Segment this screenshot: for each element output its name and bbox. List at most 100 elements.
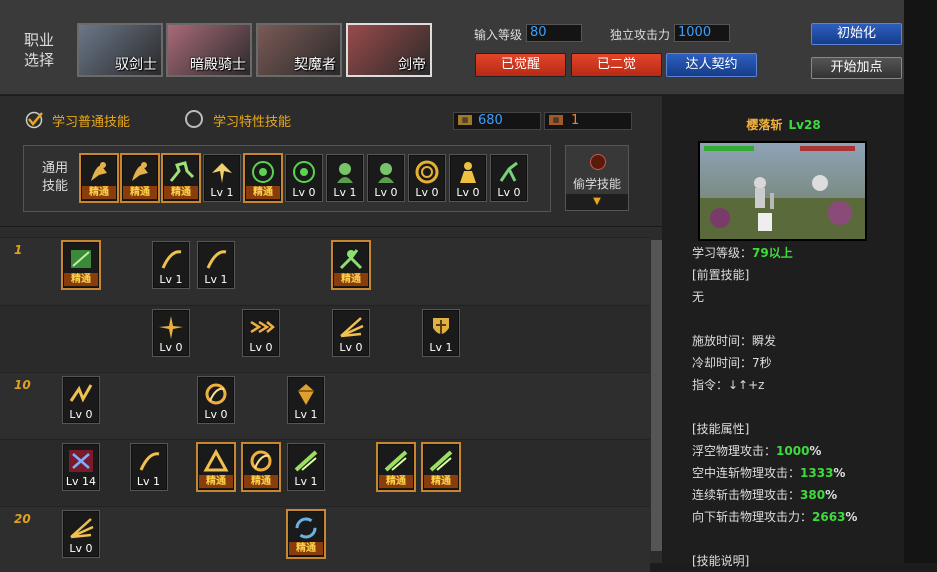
- gem-icon: [298, 384, 314, 405]
- steal-skill-icon: [590, 154, 606, 170]
- required-level: 10: [14, 378, 31, 392]
- skill-attribute: 向下斩击物理攻击力：2663%: [692, 506, 857, 528]
- required-level: 1: [14, 243, 23, 257]
- sp-value: 680: [478, 113, 503, 128]
- trait-skill-radio[interactable]: [185, 110, 203, 128]
- master-contract-button[interactable]: 达人契约: [666, 53, 757, 77]
- start-points-button[interactable]: 开始加点: [811, 57, 902, 79]
- expand-arrow-icon[interactable]: ▼: [566, 194, 628, 210]
- skill-1-1[interactable]: 精通: [61, 240, 101, 290]
- second-awakened-button[interactable]: 已二觉: [571, 53, 662, 77]
- attack-input[interactable]: 1000: [674, 24, 730, 42]
- general-skill-6[interactable]: Lv 0: [285, 154, 323, 202]
- level-input[interactable]: 80: [526, 24, 582, 42]
- skill-level-caption: 精通: [82, 186, 116, 199]
- skill-attribute: 浮空物理攻击：1000%: [692, 440, 821, 462]
- general-skill-8[interactable]: Lv 0: [367, 154, 405, 202]
- skill-level-caption: Lv 0: [249, 341, 273, 354]
- job-card-4[interactable]: 剑帝: [346, 23, 432, 77]
- job-name: 契魔者: [294, 57, 336, 73]
- required-level: 20: [14, 512, 31, 526]
- job-card-1[interactable]: 驭剑士: [77, 23, 163, 77]
- general-skill-11[interactable]: Lv 0: [490, 154, 528, 202]
- skill-1-3[interactable]: Lv 1: [197, 241, 235, 289]
- skill-4-5[interactable]: Lv 1: [287, 443, 325, 491]
- greenman-icon: [339, 249, 363, 270]
- skill-level-caption: 精通: [334, 273, 368, 286]
- skill-level-caption: Lv 0: [204, 408, 228, 421]
- attr-unit: %: [845, 510, 858, 524]
- normal-skill-checkbox[interactable]: [25, 110, 43, 129]
- general-skill-4[interactable]: Lv 1: [203, 154, 241, 202]
- sit-icon: [91, 162, 107, 181]
- normal-skill-tab[interactable]: 学习普通技能: [52, 111, 130, 130]
- attr-key: 连续斩击物理攻击：: [692, 488, 801, 502]
- skill-4-7[interactable]: 精通: [421, 442, 461, 492]
- skill-2-2[interactable]: Lv 0: [242, 309, 280, 357]
- job-card-3[interactable]: 契魔者: [256, 23, 342, 77]
- skill-level-caption: Lv 1: [429, 341, 453, 354]
- skill-level-caption: 精通: [123, 186, 157, 199]
- general-skill-5[interactable]: 精通: [243, 153, 283, 203]
- sit-icon: [132, 162, 148, 181]
- general-skill-10[interactable]: Lv 0: [449, 154, 487, 202]
- skill-4-3[interactable]: 精通: [196, 442, 236, 492]
- skill-4-1[interactable]: Lv 14: [62, 443, 100, 491]
- general-skill-1[interactable]: 精通: [79, 153, 119, 203]
- skill-level-caption: Lv 1: [204, 273, 228, 286]
- desc-label: [技能说明]: [692, 554, 750, 568]
- skill-level-caption: Lv 0: [415, 186, 439, 199]
- skill-2-1[interactable]: Lv 0: [152, 309, 190, 357]
- skill-row: [0, 305, 650, 371]
- pre-skill-value: 无: [692, 290, 705, 304]
- skill-level-caption: Lv 1: [333, 186, 357, 199]
- greenslash-icon: [384, 450, 408, 472]
- head-icon: [378, 163, 394, 183]
- green-icon: [71, 250, 91, 268]
- skill-level-caption: Lv 0: [339, 341, 363, 354]
- skill-1-4[interactable]: 精通: [331, 240, 371, 290]
- skill-1-2[interactable]: Lv 1: [152, 241, 190, 289]
- skill-3-2[interactable]: Lv 0: [197, 376, 235, 424]
- skill-level-caption: Lv 0: [69, 408, 93, 421]
- wing-icon: [212, 163, 232, 183]
- zig-icon: [69, 384, 93, 403]
- attack-label: 独立攻击力: [610, 28, 671, 42]
- job-name: 剑帝: [398, 57, 426, 73]
- job-select-label: 职业 选择: [24, 31, 55, 69]
- skill-5-2[interactable]: 精通: [286, 509, 326, 559]
- sp-icon: ▦: [458, 115, 472, 125]
- skill-3-3[interactable]: Lv 1: [287, 376, 325, 424]
- general-skill-3[interactable]: 精通: [161, 153, 201, 203]
- job-name: 暗殿骑士: [190, 57, 246, 73]
- skill-tree-scrollbar[interactable]: [651, 240, 662, 551]
- skill-3-1[interactable]: Lv 0: [62, 376, 100, 424]
- skill-level-caption: Lv 1: [294, 408, 318, 421]
- divider: [0, 226, 662, 227]
- target-icon: [252, 161, 274, 183]
- fan-icon: [70, 518, 94, 539]
- awakened-button[interactable]: 已觉醒: [475, 53, 566, 77]
- general-skills-label: 通用 技能: [42, 161, 69, 194]
- general-skill-7[interactable]: Lv 1: [326, 154, 364, 202]
- target-icon: [293, 161, 315, 183]
- steal-skill-button[interactable]: 偷学技能 ▼: [565, 145, 629, 211]
- attr-value: 2663: [812, 510, 846, 524]
- skill-2-4[interactable]: Lv 1: [422, 309, 460, 357]
- job-card-2[interactable]: 暗殿骑士: [166, 23, 252, 77]
- skill-5-1[interactable]: Lv 0: [62, 510, 100, 558]
- init-button[interactable]: 初始化: [811, 23, 902, 45]
- skill-4-4[interactable]: 精通: [241, 442, 281, 492]
- general-skill-9[interactable]: Lv 0: [408, 154, 446, 202]
- trait-skill-tab[interactable]: 学习特性技能: [213, 111, 291, 130]
- attr-value: 1333: [800, 466, 834, 480]
- attr-key: 空中连斩物理攻击：: [692, 466, 801, 480]
- skill-2-3[interactable]: Lv 0: [332, 309, 370, 357]
- skill-level-caption: 精通: [246, 186, 280, 199]
- skill-level-caption: Lv 1: [159, 273, 183, 286]
- general-skill-2[interactable]: 精通: [120, 153, 160, 203]
- skill-4-2[interactable]: Lv 1: [129, 443, 168, 491]
- attr-label: [技能属性]: [692, 422, 750, 436]
- skill-4-6[interactable]: 精通: [376, 442, 416, 492]
- skill-level-caption: 精通: [164, 186, 198, 199]
